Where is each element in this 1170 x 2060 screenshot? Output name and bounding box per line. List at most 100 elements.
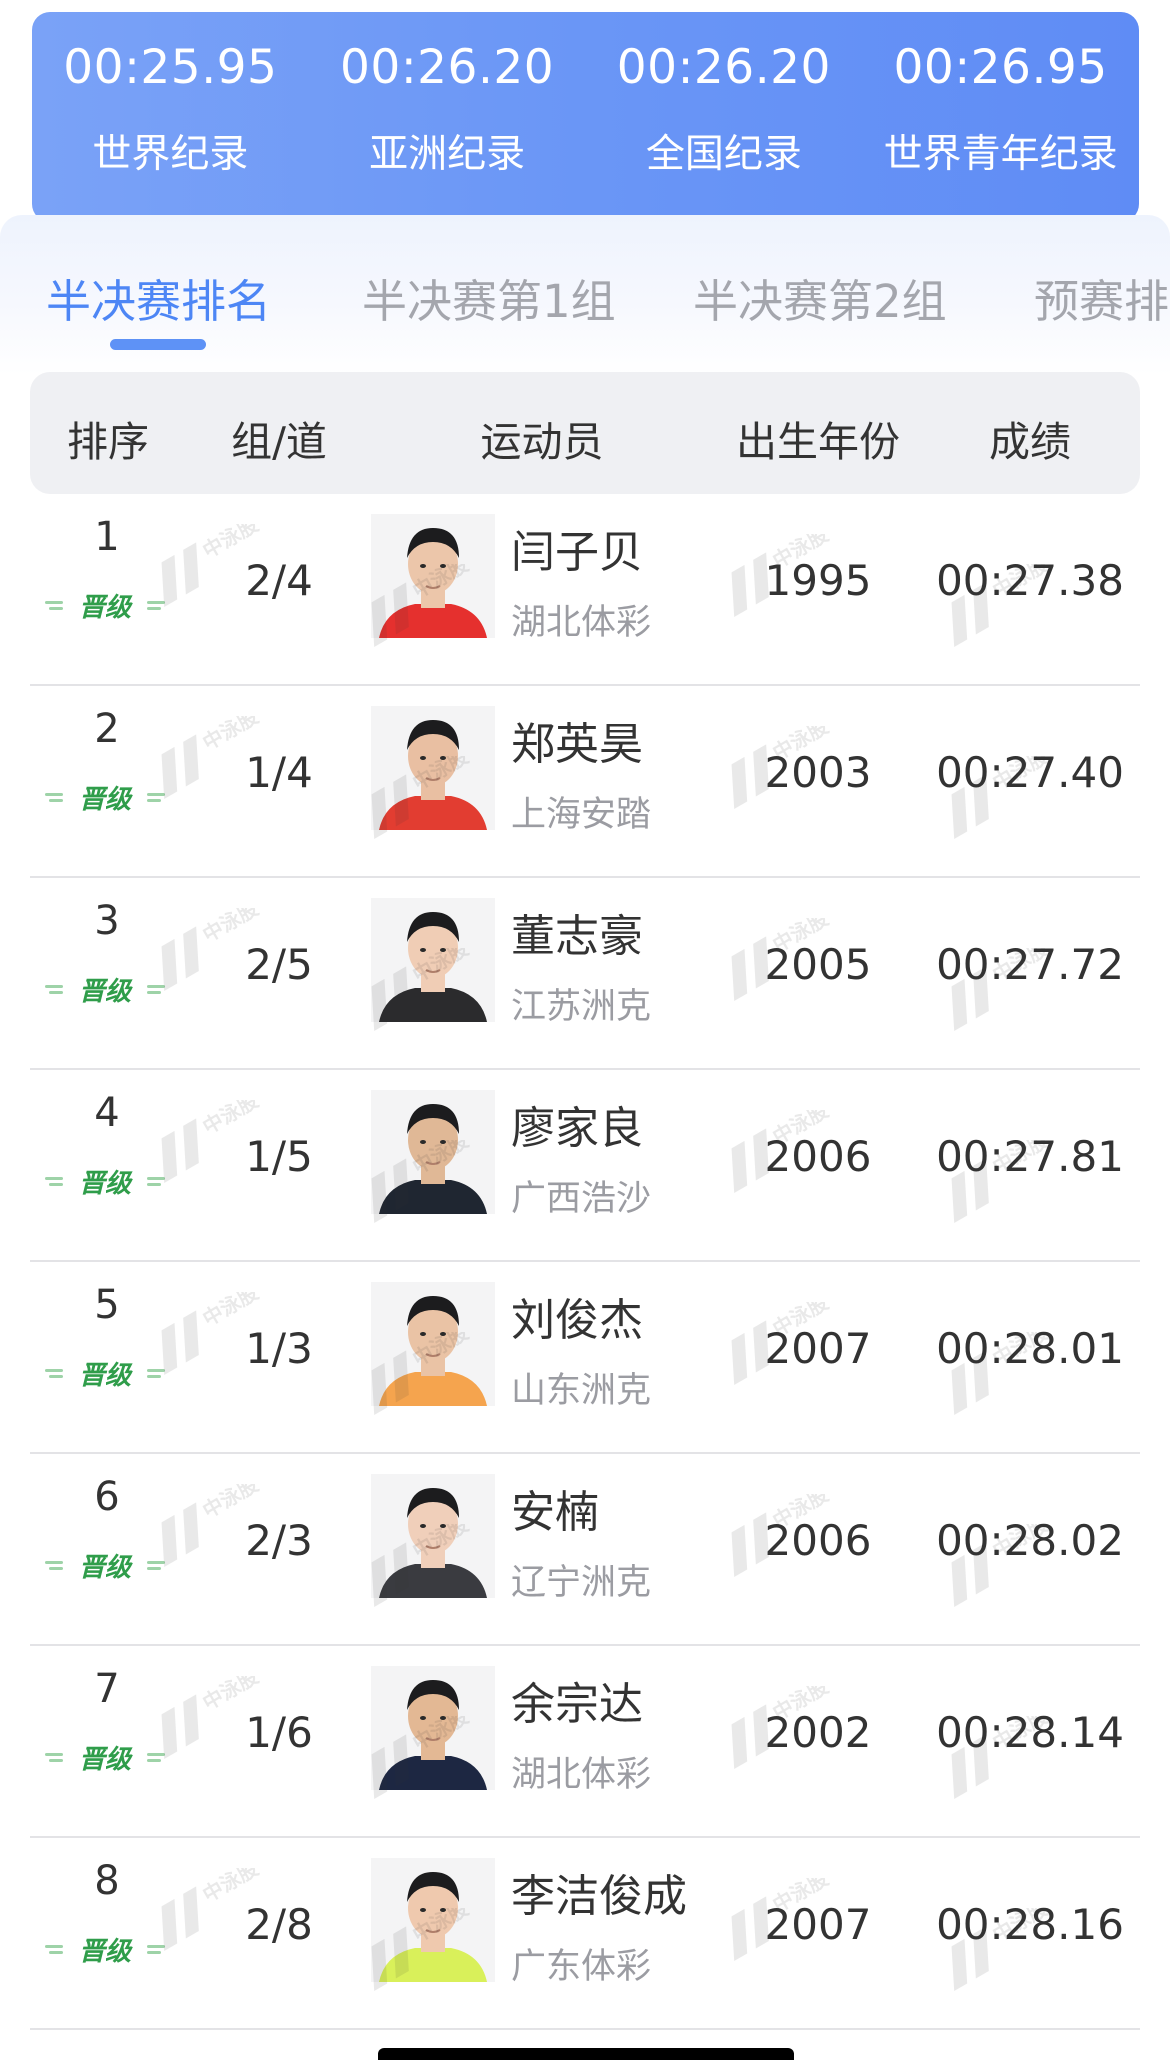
athlete-photo xyxy=(371,898,495,1022)
athlete-photo xyxy=(371,1090,495,1214)
qualified-badge-label: 晋级 xyxy=(79,1745,133,1775)
group-lane: 2/8 xyxy=(245,1900,313,1949)
athlete-team: 广西浩沙 xyxy=(511,1179,652,1219)
home-indicator xyxy=(378,2048,794,2060)
table-row[interactable]: 8 晋级 2/8 李洁俊成 广东体彩 2007 00:28.16 中泳股份 中泳… xyxy=(30,1838,1140,2030)
athlete-photo xyxy=(371,514,495,638)
qualified-badge: 晋级 xyxy=(45,593,165,623)
athlete-team: 江苏洲克 xyxy=(511,987,652,1027)
qualified-badge-label: 晋级 xyxy=(79,1937,133,1967)
qualified-badge: 晋级 xyxy=(45,1361,165,1391)
qualified-badge-label: 晋级 xyxy=(79,1169,133,1199)
athlete-name[interactable]: 郑英昊 xyxy=(511,708,643,772)
header-athlete: 运动员 xyxy=(480,418,604,466)
qualified-badge: 晋级 xyxy=(45,1169,165,1199)
table-row[interactable]: 4 晋级 1/5 廖家良 广西浩沙 2006 00:27.81 中泳股份 中泳股… xyxy=(30,1070,1140,1262)
rank-number: 5 xyxy=(94,1282,120,1328)
qualified-badge: 晋级 xyxy=(45,785,165,815)
athlete-team: 湖北体彩 xyxy=(511,1755,652,1795)
record-world: 00:25.95 世界纪录 xyxy=(32,12,309,222)
qualified-badge: 晋级 xyxy=(45,1745,165,1775)
athlete-name[interactable]: 刘俊杰 xyxy=(511,1284,643,1348)
birth-year: 2006 xyxy=(764,1516,872,1565)
record-asia: 00:26.20 亚洲纪录 xyxy=(309,12,586,222)
athlete-name[interactable]: 李洁俊成 xyxy=(511,1860,687,1924)
birth-year: 2006 xyxy=(764,1132,872,1181)
birth-year: 2002 xyxy=(764,1708,872,1757)
table-header: 排序 组/道 运动员 出生年份 成绩 xyxy=(30,372,1140,494)
header-rank: 排序 xyxy=(67,418,149,466)
rank-number: 2 xyxy=(94,706,120,752)
group-lane: 1/4 xyxy=(245,748,313,797)
record-label: 亚洲纪录 xyxy=(369,132,526,177)
qualified-badge: 晋级 xyxy=(45,977,165,1007)
record-world-junior: 00:26.95 世界青年纪录 xyxy=(862,12,1139,222)
tab-bar: 半决赛排名 半决赛第1组 半决赛第2组 预赛排名 xyxy=(0,215,1170,355)
group-lane: 1/3 xyxy=(245,1324,313,1373)
qualified-badge-label: 晋级 xyxy=(79,977,133,1007)
rank-number: 8 xyxy=(94,1858,120,1904)
birth-year: 2007 xyxy=(764,1900,872,1949)
group-lane: 2/3 xyxy=(245,1516,313,1565)
records-banner: 00:25.95 世界纪录 00:26.20 亚洲纪录 00:26.20 全国纪… xyxy=(32,12,1139,222)
athlete-team: 湖北体彩 xyxy=(511,603,652,643)
athlete-name[interactable]: 廖家良 xyxy=(511,1092,643,1156)
athlete-photo xyxy=(371,706,495,830)
athlete-team: 广东体彩 xyxy=(511,1947,652,1987)
athlete-name[interactable]: 余宗达 xyxy=(511,1668,643,1732)
header-score: 成绩 xyxy=(989,418,1071,466)
record-label: 世界纪录 xyxy=(92,132,249,177)
tab-heats-ranking[interactable]: 预赛排名 xyxy=(1034,265,1170,330)
athlete-name[interactable]: 董志豪 xyxy=(511,900,643,964)
active-tab-indicator xyxy=(110,339,206,350)
birth-year: 1995 xyxy=(764,556,872,605)
record-label: 世界青年纪录 xyxy=(883,132,1118,177)
athlete-team: 山东洲克 xyxy=(511,1371,652,1411)
race-time: 00:28.16 xyxy=(936,1900,1124,1949)
table-row[interactable]: 2 晋级 1/4 郑英昊 上海安踏 2003 00:27.40 中泳股份 中泳股… xyxy=(30,686,1140,878)
rank-number: 4 xyxy=(94,1090,120,1136)
tab-semifinal-group-2[interactable]: 半决赛第2组 xyxy=(693,265,947,330)
qualified-badge-label: 晋级 xyxy=(79,785,133,815)
qualified-badge-label: 晋级 xyxy=(79,593,133,623)
race-time: 00:28.02 xyxy=(936,1516,1124,1565)
athlete-photo xyxy=(371,1474,495,1598)
table-row[interactable]: 3 晋级 2/5 董志豪 江苏洲克 2005 00:27.72 中泳股份 中泳股… xyxy=(30,878,1140,1070)
race-time: 00:28.01 xyxy=(936,1324,1124,1373)
athlete-name[interactable]: 闫子贝 xyxy=(511,516,643,580)
qualified-badge: 晋级 xyxy=(45,1937,165,1967)
rank-number: 1 xyxy=(94,514,120,560)
rank-number: 7 xyxy=(94,1666,120,1712)
table-row[interactable]: 6 晋级 2/3 安楠 辽宁洲克 2006 00:28.02 中泳股份 中泳股份… xyxy=(30,1454,1140,1646)
race-time: 00:27.38 xyxy=(936,556,1124,605)
tab-semifinal-group-1[interactable]: 半决赛第1组 xyxy=(362,265,616,330)
race-time: 00:27.81 xyxy=(936,1132,1124,1181)
athlete-name[interactable]: 安楠 xyxy=(511,1476,599,1540)
rank-number: 3 xyxy=(94,898,120,944)
group-lane: 1/5 xyxy=(245,1132,313,1181)
birth-year: 2005 xyxy=(764,940,872,989)
qualified-badge: 晋级 xyxy=(45,1553,165,1583)
group-lane: 1/6 xyxy=(245,1708,313,1757)
record-time: 00:25.95 xyxy=(63,40,278,95)
athlete-photo xyxy=(371,1858,495,1982)
header-birth-year: 出生年份 xyxy=(736,418,900,466)
athlete-photo xyxy=(371,1282,495,1406)
qualified-badge-label: 晋级 xyxy=(79,1553,133,1583)
table-row[interactable]: 7 晋级 1/6 余宗达 湖北体彩 2002 00:28.14 中泳股份 中泳股… xyxy=(30,1646,1140,1838)
tab-semifinal-ranking[interactable]: 半决赛排名 xyxy=(46,265,271,330)
race-time: 00:27.40 xyxy=(936,748,1124,797)
athlete-photo xyxy=(371,1666,495,1790)
rank-number: 6 xyxy=(94,1474,120,1520)
group-lane: 2/4 xyxy=(245,556,313,605)
birth-year: 2003 xyxy=(764,748,872,797)
race-time: 00:27.72 xyxy=(936,940,1124,989)
qualified-badge-label: 晋级 xyxy=(79,1361,133,1391)
record-time: 00:26.20 xyxy=(616,40,831,95)
record-national: 00:26.20 全国纪录 xyxy=(586,12,863,222)
record-time: 00:26.20 xyxy=(340,40,555,95)
athlete-team: 上海安踏 xyxy=(511,795,652,835)
birth-year: 2007 xyxy=(764,1324,872,1373)
table-row[interactable]: 5 晋级 1/3 刘俊杰 山东洲克 2007 00:28.01 中泳股份 中泳股… xyxy=(30,1262,1140,1454)
table-row[interactable]: 1 晋级 2/4 闫子贝 湖北体彩 1995 00:27.38 中泳股份 中泳股… xyxy=(30,494,1140,686)
